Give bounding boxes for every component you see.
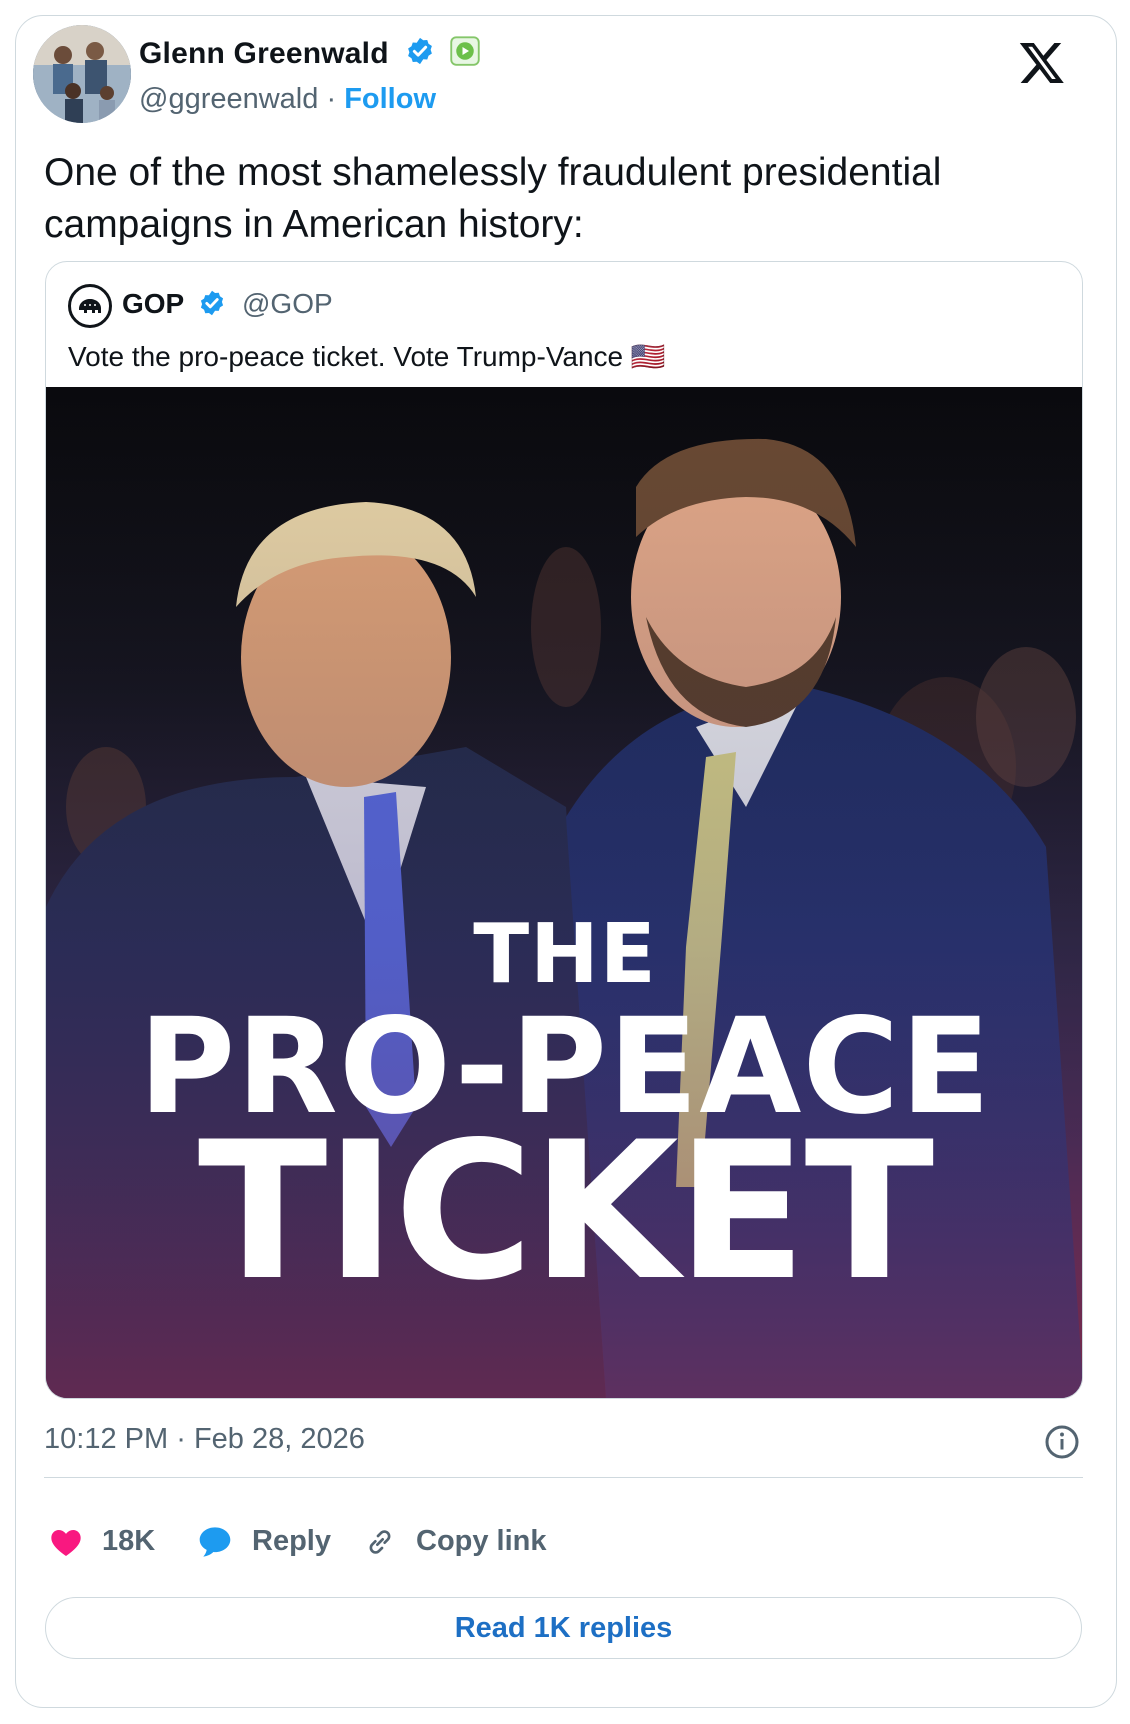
tweet-date: Feb 28, 2026 [193,1423,365,1455]
handle-separator: · [326,83,337,115]
rumble-badge-icon [450,36,480,74]
tweet-time: 10:12 PM [44,1423,169,1455]
follow-button[interactable]: Follow [344,83,436,115]
author-name[interactable]: Glenn Greenwald [139,37,389,70]
read-replies-button[interactable]: Read 1K replies [45,1597,1082,1659]
avatar-photo [33,25,131,123]
quoted-author-name[interactable]: GOP [122,288,184,319]
heart-icon [51,1529,81,1556]
quoted-verified-badge-icon [198,289,226,324]
image-headline-line1: THE [473,907,657,1002]
tweet-timestamp[interactable]: 10:12 PM · Feb 28, 2026 [44,1423,365,1456]
like-count: 18K [102,1525,156,1557]
link-icon [369,1529,391,1554]
tweet-text: One of the most shamelessly fraudulent p… [44,151,942,246]
copy-link-button[interactable]: Copy link [364,1525,547,1558]
x-logo-icon[interactable] [1018,38,1066,86]
reply-label: Reply [252,1525,331,1557]
verified-badge-icon [405,36,435,74]
copy-link-label: Copy link [416,1525,547,1557]
quoted-tweet[interactable]: GOP @GOP Vote the pro-peace ticket. Vote… [45,261,1083,1399]
author-handle-row: @ggreenwald · Follow [139,83,436,116]
divider [44,1477,1083,1478]
like-button[interactable]: 18K [50,1525,155,1558]
elephant-logo-icon [79,299,101,313]
info-icon[interactable] [1044,1424,1080,1460]
meta-separator: · [176,1423,186,1455]
gop-avatar[interactable] [68,284,112,328]
quoted-tweet-image[interactable]: THE PRO-PEACE TICKET [46,387,1082,1398]
reply-bubble-icon [199,1526,231,1557]
author-avatar[interactable] [33,25,131,123]
image-headline-line3: TICKET [197,1101,934,1322]
quoted-author-handle[interactable]: @GOP [242,288,333,320]
quoted-author-name-row[interactable]: GOP [122,288,226,324]
reply-button[interactable]: Reply [198,1525,331,1558]
author-name-row[interactable]: Glenn Greenwald [139,36,480,74]
author-handle[interactable]: @ggreenwald [139,83,318,115]
quoted-tweet-text: Vote the pro-peace ticket. Vote Trump-Va… [68,341,666,372]
